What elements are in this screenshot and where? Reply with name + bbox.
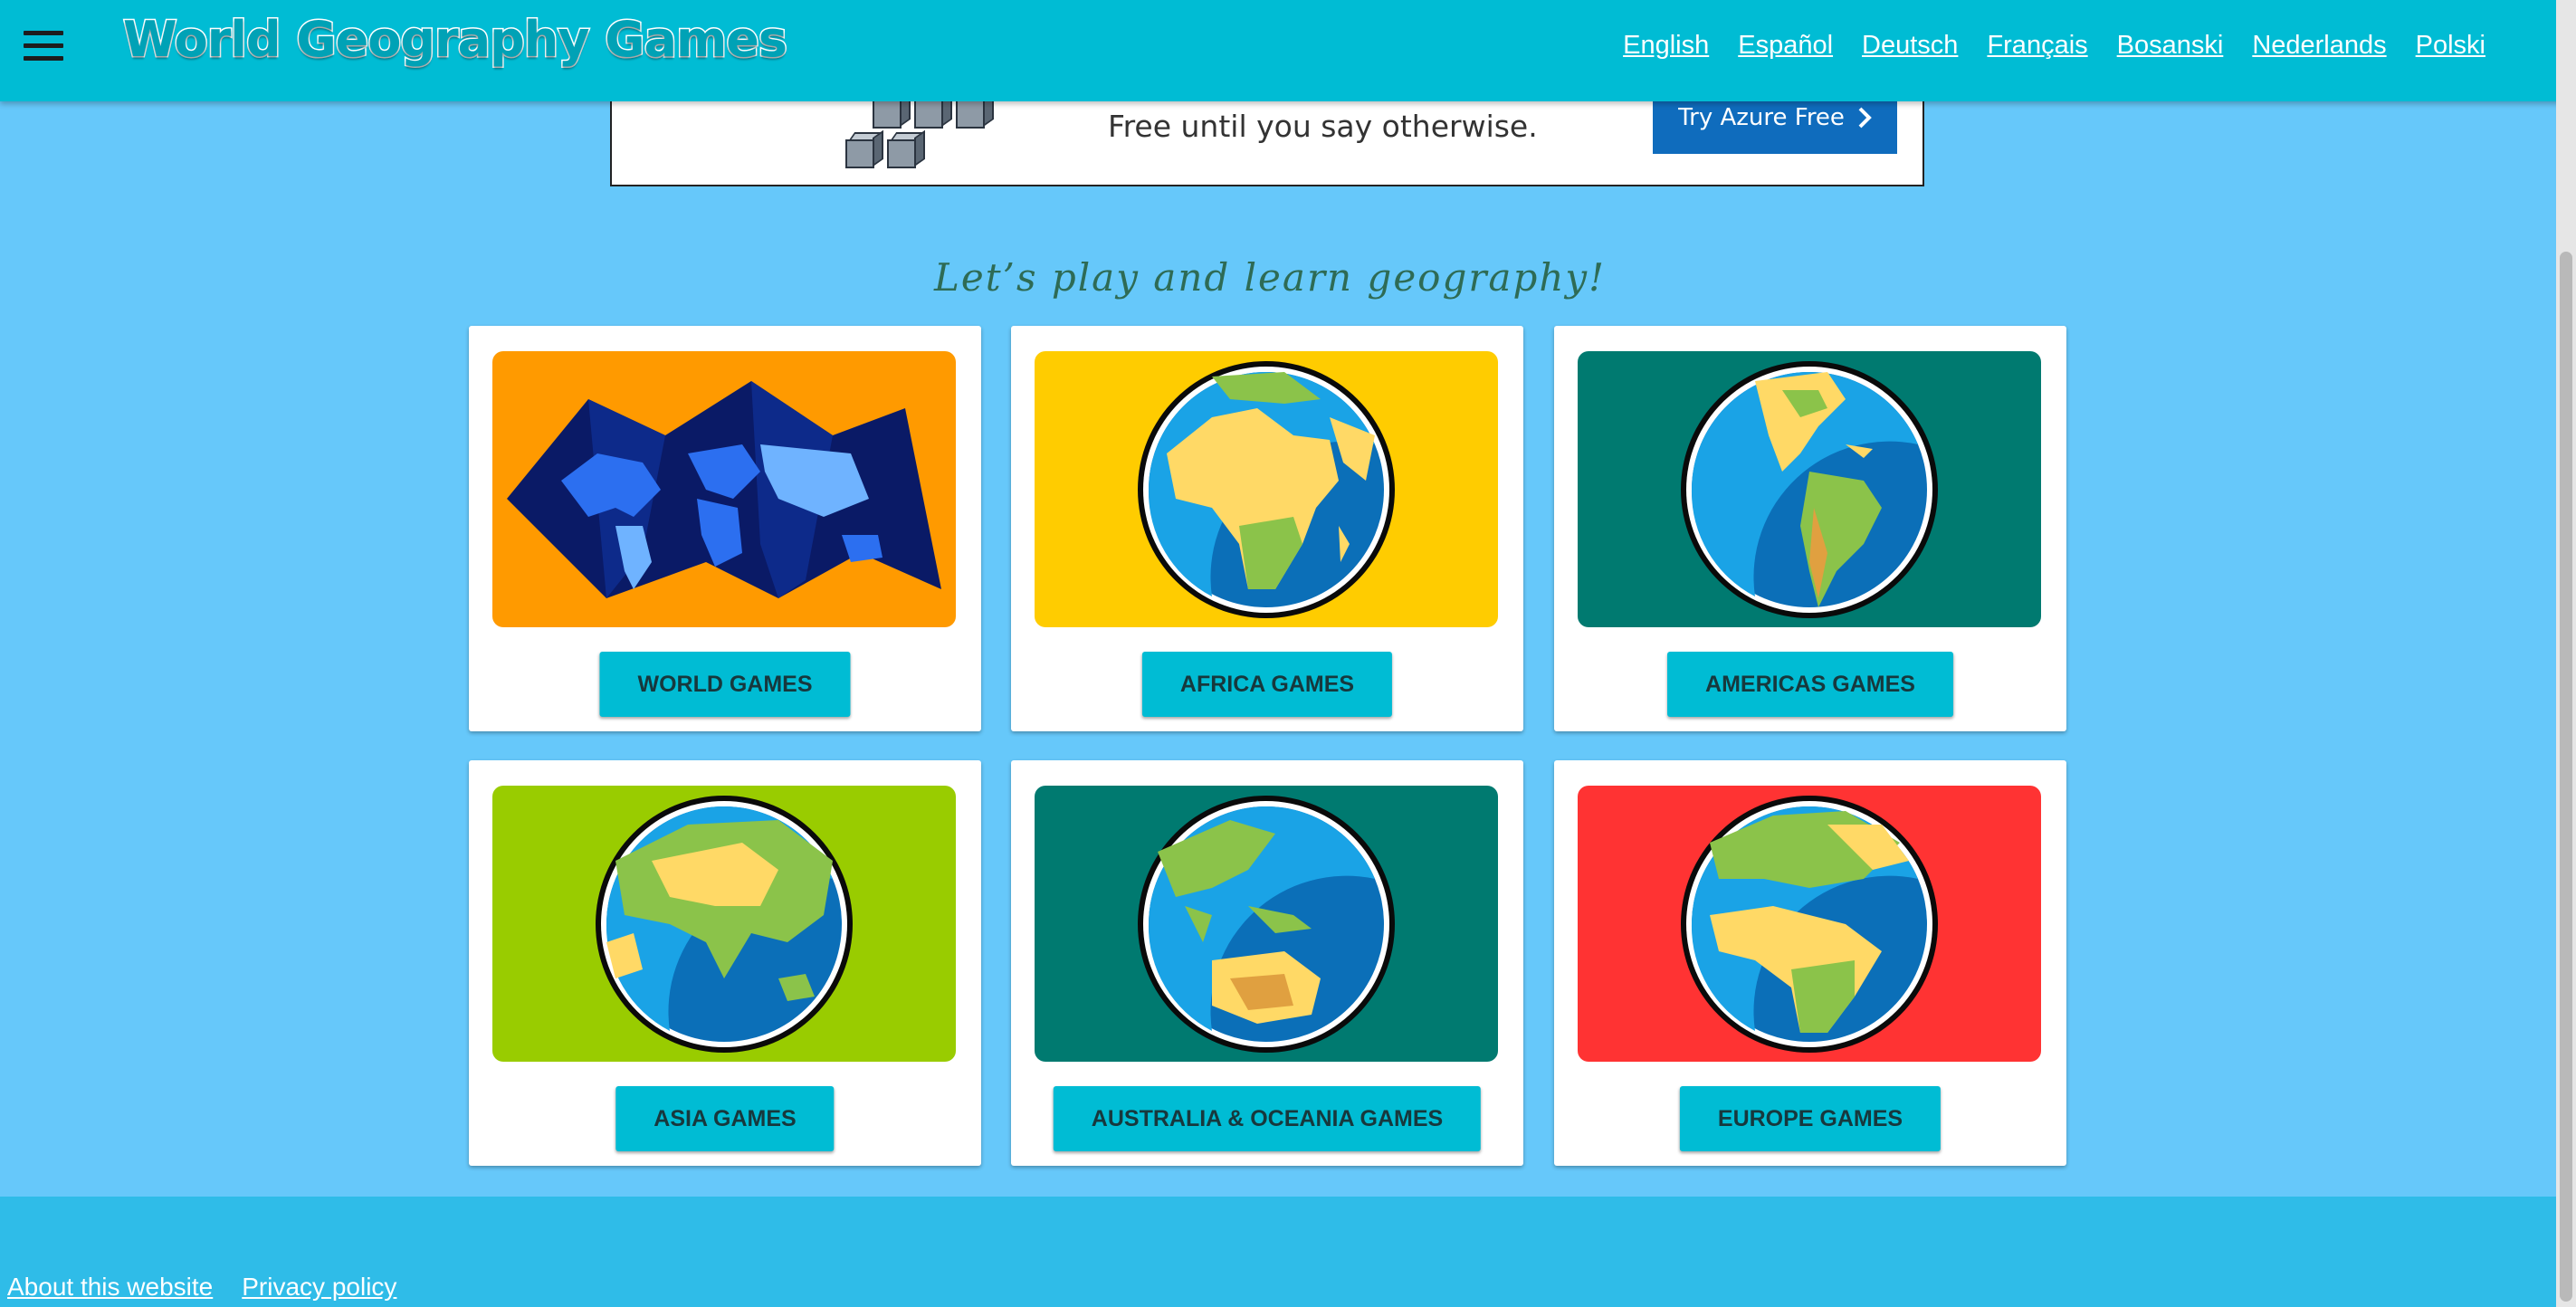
privacy-link[interactable]: Privacy policy [242,1273,396,1302]
lang-link-polski[interactable]: Polski [2416,31,2485,61]
asia-games-button[interactable]: ASIA GAMES [615,1086,835,1151]
page-tagline: Let’s play and learn geography! [933,255,1607,300]
cubes-graphic-icon [845,90,1008,181]
globe-europe-icon[interactable] [1578,786,2041,1062]
world-map-icon[interactable] [492,351,956,627]
card-world: WORLD GAMES [469,326,981,731]
site-logo[interactable]: World Geography Games [122,10,789,70]
top-app-bar: World Geography Games English Español De… [0,0,2576,101]
scrollbar-thumb[interactable] [2560,252,2572,1302]
menu-icon[interactable] [24,31,63,67]
card-oceania: AUSTRALIA & OCEANIA GAMES [1011,760,1523,1166]
language-nav: English Español Deutsch Français Bosansk… [1623,31,2485,61]
globe-africa-icon[interactable] [1035,351,1498,627]
lang-link-francais[interactable]: Français [1987,31,2087,61]
lang-link-deutsch[interactable]: Deutsch [1862,31,1958,61]
lang-link-bosanski[interactable]: Bosanski [2117,31,2224,61]
card-europe: EUROPE GAMES [1554,760,2066,1166]
globe-oceania-icon[interactable] [1035,786,1498,1062]
ad-text: Free until you say otherwise. [1108,109,1538,144]
footer-links: About this website Privacy policy [7,1273,396,1302]
world-games-button[interactable]: WORLD GAMES [599,652,851,717]
europe-games-button[interactable]: EUROPE GAMES [1679,1086,1942,1151]
page-scrollbar[interactable] [2556,0,2576,1307]
globe-asia-icon[interactable] [492,786,956,1062]
americas-games-button[interactable]: AMERICAS GAMES [1667,652,1953,717]
card-americas: AMERICAS GAMES [1554,326,2066,731]
footer: About this website Privacy policy [0,1197,2556,1307]
lang-link-english[interactable]: English [1623,31,1709,61]
globe-americas-icon[interactable] [1578,351,2041,627]
africa-games-button[interactable]: AFRICA GAMES [1141,652,1393,717]
about-link[interactable]: About this website [7,1273,213,1302]
chevron-right-icon [1858,107,1872,129]
ad-cta-label: Try Azure Free [1678,104,1845,131]
oceania-games-button[interactable]: AUSTRALIA & OCEANIA GAMES [1053,1086,1482,1151]
lang-link-nederlands[interactable]: Nederlands [2252,31,2386,61]
card-africa: AFRICA GAMES [1011,326,1523,731]
card-asia: ASIA GAMES [469,760,981,1166]
lang-link-espanol[interactable]: Español [1738,31,1833,61]
